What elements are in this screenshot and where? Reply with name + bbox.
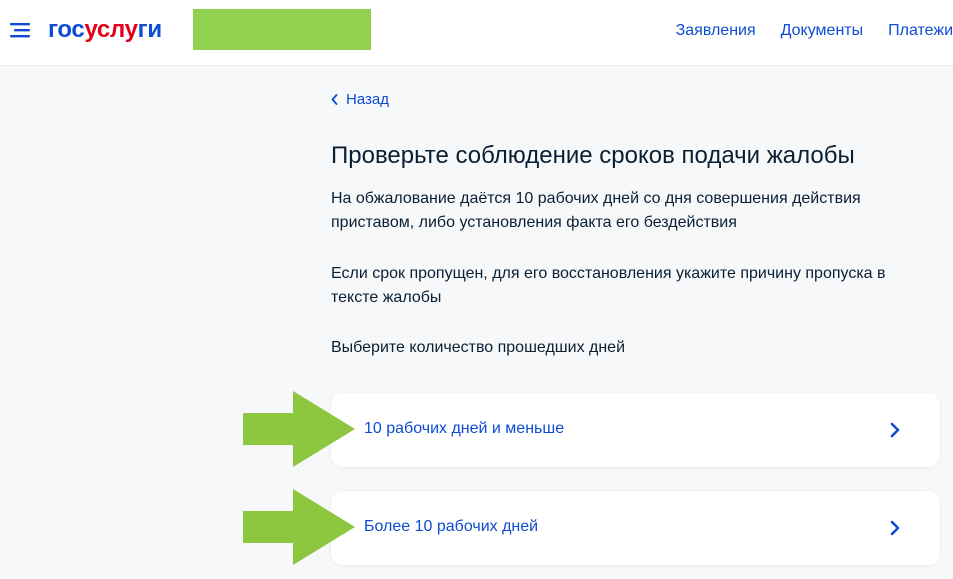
back-label: Назад	[346, 91, 389, 108]
back-link[interactable]: Назад	[331, 91, 389, 108]
nav-link-applications[interactable]: Заявления	[676, 20, 756, 42]
top-header: госуслуги Заявления Документы Платежи	[0, 0, 953, 66]
logo-part-1: гос	[48, 16, 85, 43]
top-nav: Заявления Документы Платежи	[676, 20, 953, 42]
info-paragraph-deadline: На обжалование даётся 10 рабочих дней со…	[331, 190, 861, 231]
chevron-left-icon	[331, 94, 338, 105]
choose-prompt: Выберите количество прошедших дней	[331, 339, 626, 356]
menu-icon[interactable]	[10, 22, 30, 38]
redacted-block	[193, 9, 371, 50]
option-label: 10 рабочих дней и меньше	[364, 420, 565, 437]
green-arrow-icon	[243, 391, 355, 467]
info-paragraph-missed: Если срок пропущен, для его восстановлен…	[331, 265, 886, 306]
nav-link-payments[interactable]: Платежи	[888, 20, 953, 42]
logo-part-3: ги	[137, 16, 162, 43]
gosuslugi-logo[interactable]: госуслуги	[48, 15, 162, 45]
option-more-than-10-days[interactable]: Более 10 рабочих дней	[331, 491, 940, 565]
chevron-right-icon	[890, 422, 900, 438]
chevron-right-icon	[890, 520, 900, 536]
option-10-days-or-less[interactable]: 10 рабочих дней и меньше	[331, 393, 940, 467]
nav-link-documents[interactable]: Документы	[781, 20, 863, 42]
option-label: Более 10 рабочих дней	[364, 518, 539, 535]
page-title: Проверьте соблюдение сроков подачи жалоб…	[331, 142, 855, 169]
green-arrow-icon	[243, 489, 355, 565]
logo-part-2: услу	[84, 16, 138, 43]
